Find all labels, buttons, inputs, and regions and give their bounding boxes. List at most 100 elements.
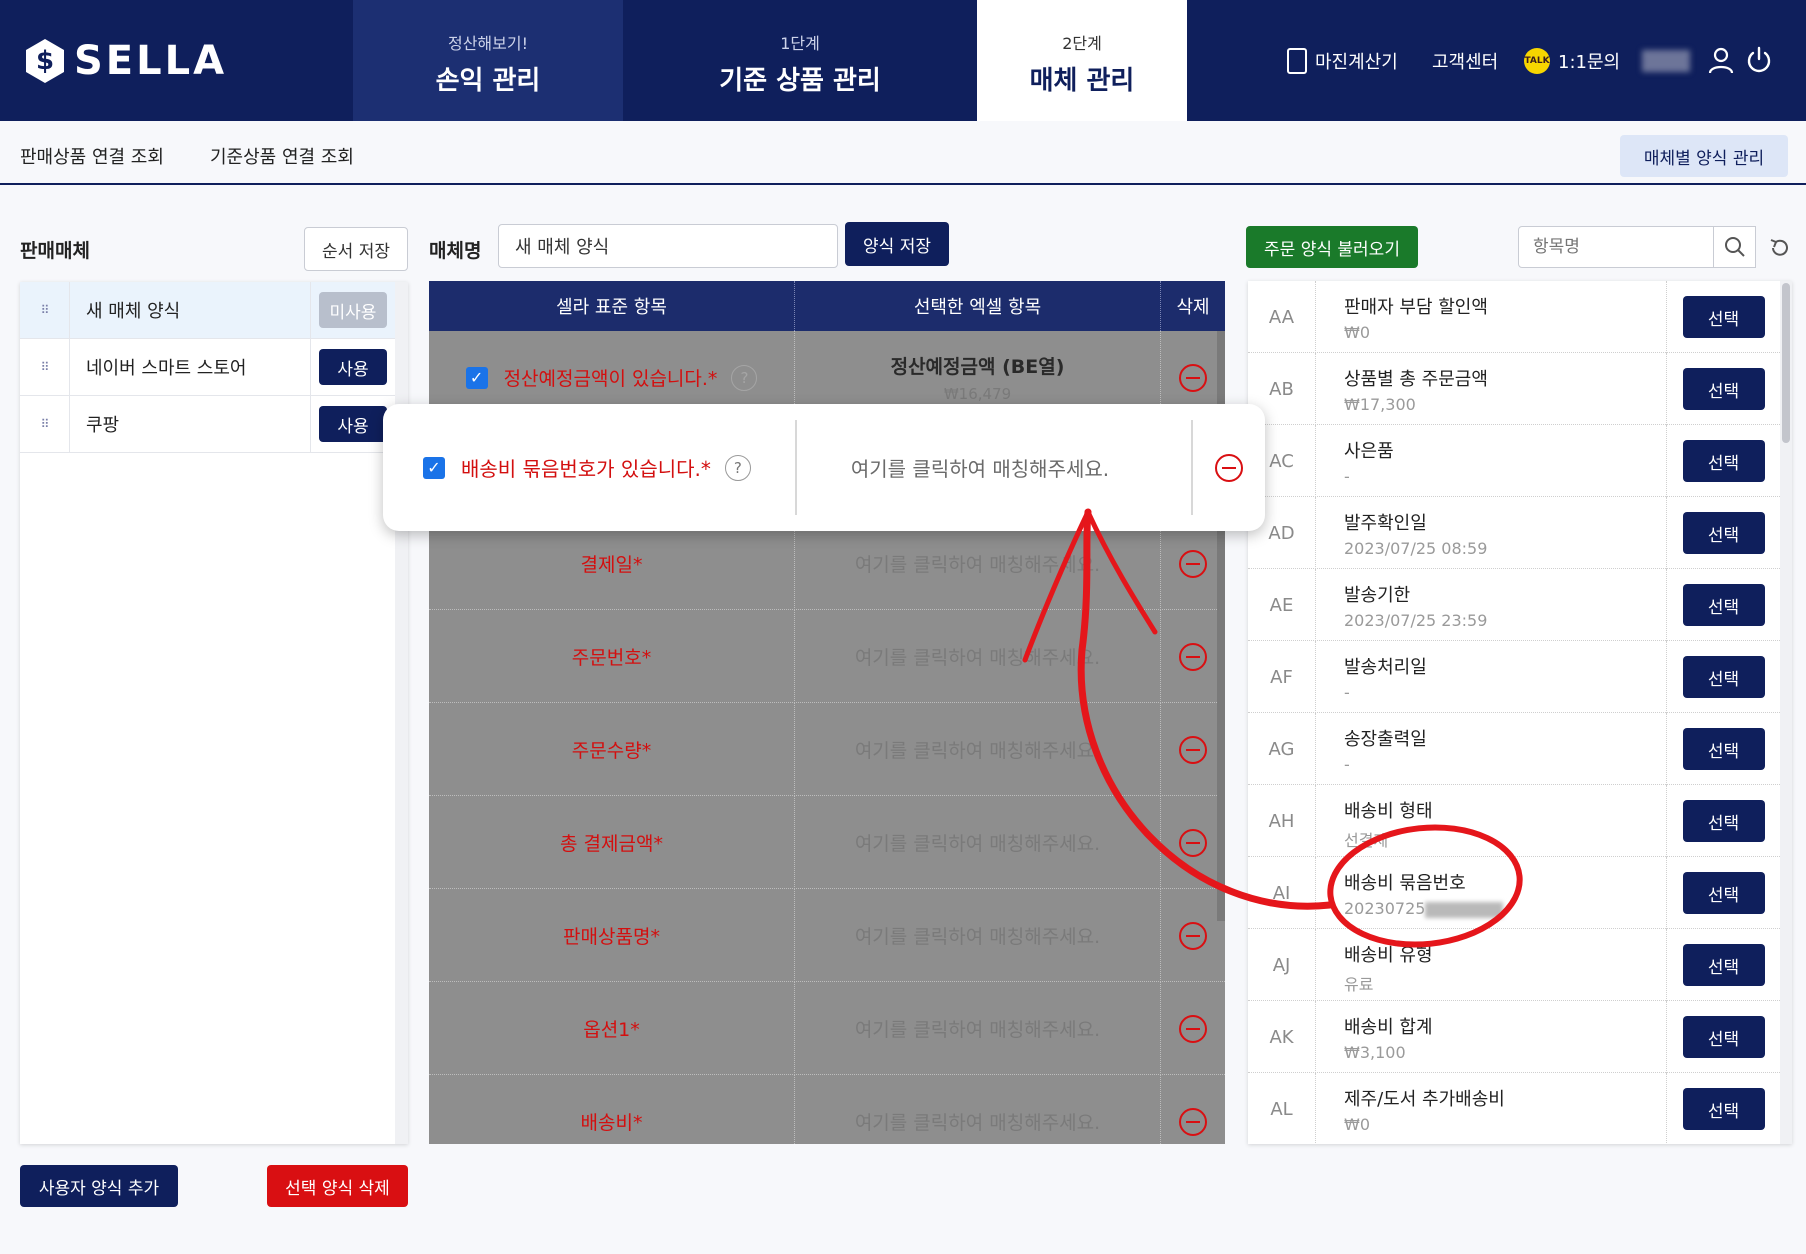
match-placeholder[interactable]: 여기를 클릭하여 매칭해주세요.: [795, 982, 1161, 1075]
match-placeholder[interactable]: 여기를 클릭하여 매칭해주세요.: [795, 1075, 1161, 1144]
refresh-button[interactable]: [1766, 234, 1794, 262]
mapping-row: 옵션1* 여기를 클릭하여 매칭해주세요.: [429, 982, 1225, 1075]
highlighted-mapping-row: ✓ 배송비 묶음번호가 있습니다.* ? 여기를 클릭하여 매칭해주세요.: [383, 404, 1265, 531]
item-value: ₩0: [1344, 1115, 1370, 1134]
calculator-icon: [1287, 48, 1307, 74]
remove-icon[interactable]: [1179, 828, 1207, 857]
list-item: AC 사은품 - 선택: [1248, 425, 1780, 497]
item-name: 판매자 부담 할인액: [1344, 297, 1488, 318]
match-placeholder[interactable]: 여기를 클릭하여 매칭해주세요.: [795, 610, 1161, 703]
delete-cell: [1161, 982, 1225, 1075]
mapping-row: 판매상품명* 여기를 클릭하여 매칭해주세요.: [429, 889, 1225, 982]
right-scrollbar-thumb[interactable]: [1782, 283, 1790, 443]
format-manage-button[interactable]: 매체별 양식 관리: [1620, 135, 1788, 177]
status-button[interactable]: 사용: [319, 349, 387, 385]
column-code: AA: [1248, 281, 1316, 353]
column-code: AL: [1248, 1073, 1316, 1144]
drag-handle-icon[interactable]: ⠿: [20, 338, 70, 396]
load-order-format-button[interactable]: 주문 양식 불러오기: [1246, 226, 1418, 268]
select-button[interactable]: 선택: [1682, 656, 1765, 698]
list-item: AG 송장출력일 - 선택: [1248, 713, 1780, 785]
mapping-table-header: 셀라 표준 항목 선택한 엑셀 항목 삭제: [429, 281, 1225, 331]
refresh-icon: [1770, 239, 1788, 256]
select-button[interactable]: 선택: [1682, 512, 1765, 554]
standard-label: 판매상품명*: [429, 889, 795, 982]
support-link[interactable]: 고객센터: [1432, 48, 1498, 74]
select-button[interactable]: 선택: [1682, 584, 1765, 626]
select-button[interactable]: 선택: [1682, 368, 1765, 410]
column-code: AF: [1248, 641, 1316, 713]
popup-label: 배송비 묶음번호가 있습니다.*: [461, 457, 711, 481]
help-icon[interactable]: ?: [731, 364, 758, 391]
header-selected: 선택한 엑셀 항목: [795, 281, 1161, 331]
select-button[interactable]: 선택: [1682, 296, 1765, 338]
tab-profit-loss[interactable]: 정산해보기! 손익 관리: [353, 0, 623, 121]
item-value: ₩0: [1344, 323, 1370, 342]
remove-icon[interactable]: [1215, 453, 1243, 482]
select-button[interactable]: 선택: [1682, 440, 1765, 482]
drag-handle-icon[interactable]: ⠿: [20, 281, 70, 339]
sales-product-link[interactable]: 판매상품 연결 조회: [20, 143, 164, 169]
help-icon[interactable]: ?: [724, 454, 751, 481]
item-name: 제주/도서 추가배송비: [1344, 1089, 1505, 1110]
sella-logo[interactable]: $ SELLA: [26, 38, 227, 84]
order-save-button[interactable]: 순서 저장: [304, 227, 408, 271]
match-placeholder[interactable]: 여기를 클릭하여 매칭해주세요.: [795, 796, 1161, 889]
save-format-button[interactable]: 양식 저장: [845, 222, 949, 266]
tab-label: 손익 관리: [435, 66, 541, 96]
remove-icon[interactable]: [1179, 549, 1207, 578]
item-name: 배송비 합계: [1344, 1017, 1433, 1038]
checkbox-icon[interactable]: ✓: [423, 456, 445, 479]
item-value: -: [1344, 755, 1350, 774]
select-button[interactable]: 선택: [1682, 1016, 1765, 1058]
select-button[interactable]: 선택: [1682, 728, 1765, 770]
remove-icon[interactable]: [1179, 1107, 1207, 1136]
media-row[interactable]: ⠿ 네이버 스마트 스토어 사용: [20, 338, 395, 396]
match-placeholder[interactable]: 여기를 클릭하여 매칭해주세요.: [795, 889, 1161, 982]
select-button[interactable]: 선택: [1682, 800, 1765, 842]
inquiry-link[interactable]: TALK 1:1문의: [1524, 48, 1620, 74]
delete-cell: [1161, 610, 1225, 703]
media-row[interactable]: ⠿ 새 매체 양식 미사용: [20, 281, 395, 339]
media-name-input[interactable]: [498, 224, 838, 268]
search-button[interactable]: [1714, 226, 1756, 268]
list-item: AD 발주확인일 2023/07/25 08:59 선택: [1248, 497, 1780, 569]
item-value: -: [1344, 467, 1350, 486]
select-button[interactable]: 선택: [1682, 872, 1765, 914]
checkbox-icon[interactable]: ✓: [465, 366, 488, 389]
item-value: ₩3,100: [1344, 1043, 1406, 1062]
standard-label: 주문번호*: [429, 610, 795, 703]
delete-cell: [1161, 889, 1225, 982]
status-button[interactable]: 미사용: [319, 292, 387, 328]
item-name: 상품별 총 주문금액: [1344, 369, 1488, 390]
add-user-format-button[interactable]: 사용자 양식 추가: [20, 1165, 178, 1207]
remove-icon[interactable]: [1179, 363, 1207, 392]
popup-match-placeholder[interactable]: 여기를 클릭하여 매칭해주세요.: [797, 404, 1163, 531]
tab-base-product[interactable]: 1단계 기준 상품 관리: [623, 0, 977, 121]
item-name: 사은품: [1344, 441, 1394, 462]
remove-icon[interactable]: [1179, 921, 1207, 950]
remove-icon[interactable]: [1179, 642, 1207, 671]
sales-media-title: 판매매체: [20, 240, 90, 262]
power-icon[interactable]: [1746, 46, 1772, 74]
item-value: 선결제: [1344, 831, 1389, 850]
remove-icon[interactable]: [1179, 1014, 1207, 1043]
item-name: 발송기한: [1344, 585, 1411, 606]
item-search-input[interactable]: [1518, 226, 1714, 268]
match-placeholder[interactable]: 여기를 클릭하여 매칭해주세요.: [795, 703, 1161, 796]
media-row[interactable]: ⠿ 쿠팡 사용: [20, 395, 395, 453]
tab-media-manage[interactable]: 2단계 매체 관리: [977, 0, 1187, 121]
user-icon[interactable]: [1708, 46, 1734, 74]
drag-handle-icon[interactable]: ⠿: [20, 395, 70, 453]
column-code: AH: [1248, 785, 1316, 857]
select-button[interactable]: 선택: [1682, 944, 1765, 986]
delete-format-button[interactable]: 선택 양식 삭제: [267, 1165, 408, 1207]
select-button[interactable]: 선택: [1682, 1088, 1765, 1130]
standard-label: 정산예정금액이 있습니다.*: [503, 368, 718, 390]
base-product-link[interactable]: 기준상품 연결 조회: [210, 143, 354, 169]
margin-calculator-link[interactable]: 마진계산기: [1287, 48, 1398, 74]
status-button[interactable]: 사용: [319, 406, 387, 442]
list-item: AE 발송기한 2023/07/25 23:59 선택: [1248, 569, 1780, 641]
remove-icon[interactable]: [1179, 735, 1207, 764]
list-item: AH 배송비 형태 선결제 선택: [1248, 785, 1780, 857]
